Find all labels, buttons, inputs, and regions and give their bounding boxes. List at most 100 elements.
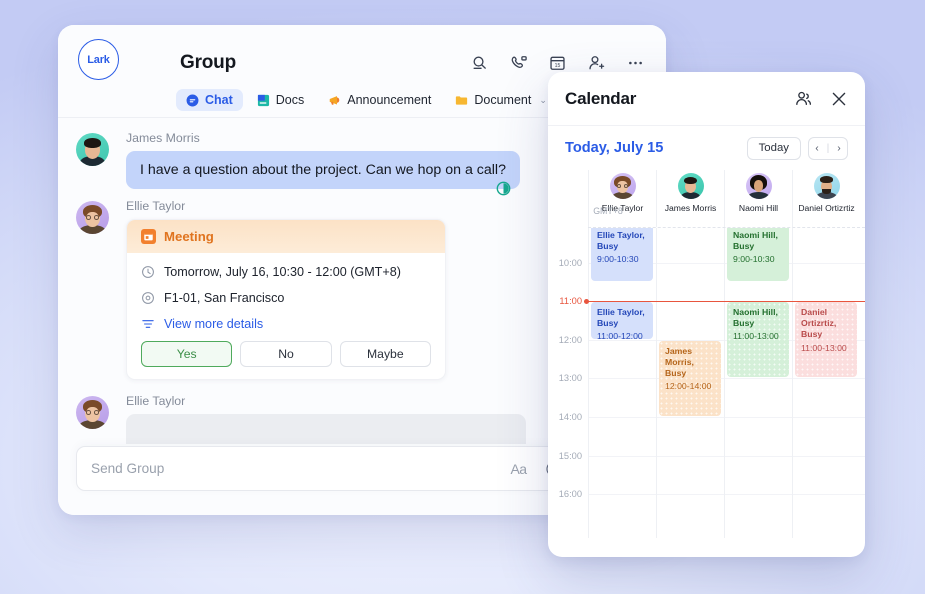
tab-chat-label: Chat	[205, 93, 233, 107]
tab-announcement[interactable]: Announcement	[318, 89, 441, 111]
view-more-details-label: View more details	[164, 317, 264, 331]
avatar	[609, 173, 636, 199]
calendar-header: Calendar	[548, 72, 865, 126]
prev-day-button[interactable]: ‹	[809, 142, 825, 154]
search-icon[interactable]	[469, 53, 490, 74]
avatar[interactable]	[76, 133, 109, 166]
calendar-hour-label: 10:00	[558, 257, 582, 268]
close-icon[interactable]	[829, 89, 848, 108]
calendar-people-row: GMT+8 Ellie Taylor James Morris Naomi Hi…	[588, 170, 865, 228]
calendar-icon[interactable]: 15	[547, 53, 568, 74]
calendar-event-status: Busy	[597, 318, 619, 329]
calendar-event-status: Busy	[733, 318, 755, 329]
text-format-icon[interactable]: Aa	[509, 459, 528, 478]
rsvp-maybe-button[interactable]: Maybe	[339, 341, 431, 367]
calendar-person-name: Daniel Ortizrtiz	[798, 203, 855, 213]
tab-document-label: Document	[474, 93, 532, 107]
calendar-event-time: 11:00-12:00	[597, 331, 643, 339]
calendar-event[interactable]: James Morris, Busy 12:00-14:00	[659, 340, 721, 416]
announcement-icon	[328, 94, 341, 107]
meeting-datetime-row: Tomorrow, July 16, 10:30 - 12:00 (GMT+8)	[141, 265, 431, 279]
location-icon	[141, 291, 155, 305]
read-status-icon[interactable]	[496, 181, 511, 196]
view-more-details-link[interactable]: View more details	[141, 317, 431, 331]
tab-bar: Chat Docs Announcement Document ⌄	[176, 89, 587, 111]
avatar[interactable]	[76, 396, 109, 429]
calendar-person-name: James Morris	[664, 203, 717, 213]
calendar-hour-label: 11:00	[559, 296, 582, 307]
today-button[interactable]: Today	[746, 136, 801, 160]
calendar-event[interactable]: Ellie Taylor, Busy 9:00-10:30	[591, 228, 653, 281]
calendar-person-name: Naomi Hill	[738, 203, 779, 213]
calendar-date-label: Today, July 15	[565, 140, 664, 156]
calendar-event-title: James	[665, 345, 693, 356]
meeting-card-header: Meeting	[127, 220, 445, 253]
header-actions: 15	[469, 53, 646, 74]
calendar-event-time: 9:00-10:30	[597, 254, 639, 265]
meeting-location-row: F1-01, San Francisco	[141, 291, 431, 305]
calendar-person-ellie-taylor[interactable]: Ellie Taylor	[588, 170, 656, 227]
calendar-event-time: 9:00-10:30	[733, 254, 775, 265]
people-icon[interactable]	[794, 89, 813, 108]
next-day-button[interactable]: ›	[831, 142, 847, 154]
calendar-event-title: Ellie Taylor,	[597, 307, 645, 318]
calendar-hour-gutter: 09:00 10:00 11:00 12:00 13:00 14:00 15:00 16:00	[548, 228, 588, 538]
calendar-column[interactable]: Naomi Hill, Busy 9:00-10:30 Naomi Hill, Busy…	[724, 228, 792, 538]
tab-announcement-label: Announcement	[347, 93, 432, 107]
calendar-event-status: Busy	[597, 241, 619, 252]
calendar-grid-wrapper: GMT+8 Ellie Taylor James Morris Naomi Hi…	[548, 170, 865, 538]
calendar-person-james-morris[interactable]: James Morris	[656, 170, 724, 227]
meeting-card[interactable]: Meeting Tomorrow, July 16, 10:30 - 12:00…	[126, 219, 446, 380]
message-bubble[interactable]: I have a question about the project. Can…	[126, 151, 520, 189]
calendar-event[interactable]: Daniel Ortizrtiz, Busy 11:00-13:00	[795, 302, 857, 378]
rsvp-no-button[interactable]: No	[240, 341, 332, 367]
more-icon[interactable]	[625, 53, 646, 74]
calendar-hour-label: 09:00	[559, 228, 582, 229]
search-input[interactable]	[91, 461, 509, 476]
calendar-hour-label: 12:00	[558, 334, 582, 345]
avatar	[745, 173, 772, 199]
calendar-event-title: Daniel	[801, 307, 828, 318]
tab-chat[interactable]: Chat	[176, 89, 243, 111]
docs-icon	[257, 94, 270, 107]
rsvp-button-group: Yes No Maybe	[141, 341, 431, 367]
calendar-panel: Calendar Today, July 15 Today ‹ | › GMT+…	[548, 72, 865, 557]
folder-icon	[455, 94, 468, 107]
calendar-column[interactable]: Ellie Taylor, Busy 9:00-10:30 Ellie Taylor,…	[588, 228, 656, 538]
meeting-badge-label: Meeting	[164, 229, 214, 244]
lark-logo: Lark	[78, 39, 119, 80]
add-member-icon[interactable]	[586, 53, 607, 74]
svg-text:15: 15	[555, 63, 561, 69]
calendar-time-grid[interactable]: 09:00 10:00 11:00 12:00 13:00 14:00 15:00 16:00…	[548, 228, 865, 538]
calendar-event-status: Morris, Busy	[665, 356, 694, 379]
tab-docs[interactable]: Docs	[247, 89, 314, 111]
calendar-event-status: Ortizrtiz, Busy	[801, 318, 837, 340]
chat-icon	[186, 94, 199, 107]
meeting-card-body: Tomorrow, July 16, 10:30 - 12:00 (GMT+8)…	[127, 253, 445, 379]
calendar-event[interactable]: Ellie Taylor, Busy 11:00-12:00	[591, 302, 653, 339]
calendar-event[interactable]: Naomi Hill, Busy 9:00-10:30	[727, 228, 789, 281]
calendar-title: Calendar	[565, 88, 637, 108]
calendar-event-title: Naomi Hill,	[733, 230, 778, 240]
calendar-columns: Ellie Taylor, Busy 9:00-10:30 Ellie Taylor,…	[588, 228, 865, 538]
calendar-person-daniel-ortizrtiz[interactable]: Daniel Ortizrtiz	[792, 170, 860, 227]
avatar	[813, 173, 840, 199]
call-icon[interactable]	[508, 53, 529, 74]
details-icon	[141, 317, 155, 331]
calendar-column[interactable]: James Morris, Busy 12:00-14:00	[656, 228, 724, 538]
chevron-down-icon[interactable]: ⌄	[539, 95, 547, 106]
avatar[interactable]	[76, 201, 109, 234]
calendar-event-time: 11:00-13:00	[733, 331, 779, 342]
calendar-person-naomi-hill[interactable]: Naomi Hill	[724, 170, 792, 227]
calendar-column[interactable]: Daniel Ortizrtiz, Busy 11:00-13:00	[792, 228, 860, 538]
rsvp-yes-button[interactable]: Yes	[141, 341, 233, 367]
calendar-event[interactable]: Naomi Hill, Busy 11:00-13:00	[727, 302, 789, 378]
message-bubble-placeholder[interactable]	[126, 414, 526, 444]
meeting-location: F1-01, San Francisco	[164, 291, 285, 305]
current-time-indicator	[584, 299, 865, 305]
tab-document[interactable]: Document ⌄	[445, 89, 557, 111]
calendar-event-time: 12:00-14:00	[665, 381, 712, 392]
calendar-hour-label: 16:00	[558, 489, 582, 500]
calendar-hour-label: 15:00	[558, 450, 582, 461]
tab-docs-label: Docs	[275, 93, 305, 107]
